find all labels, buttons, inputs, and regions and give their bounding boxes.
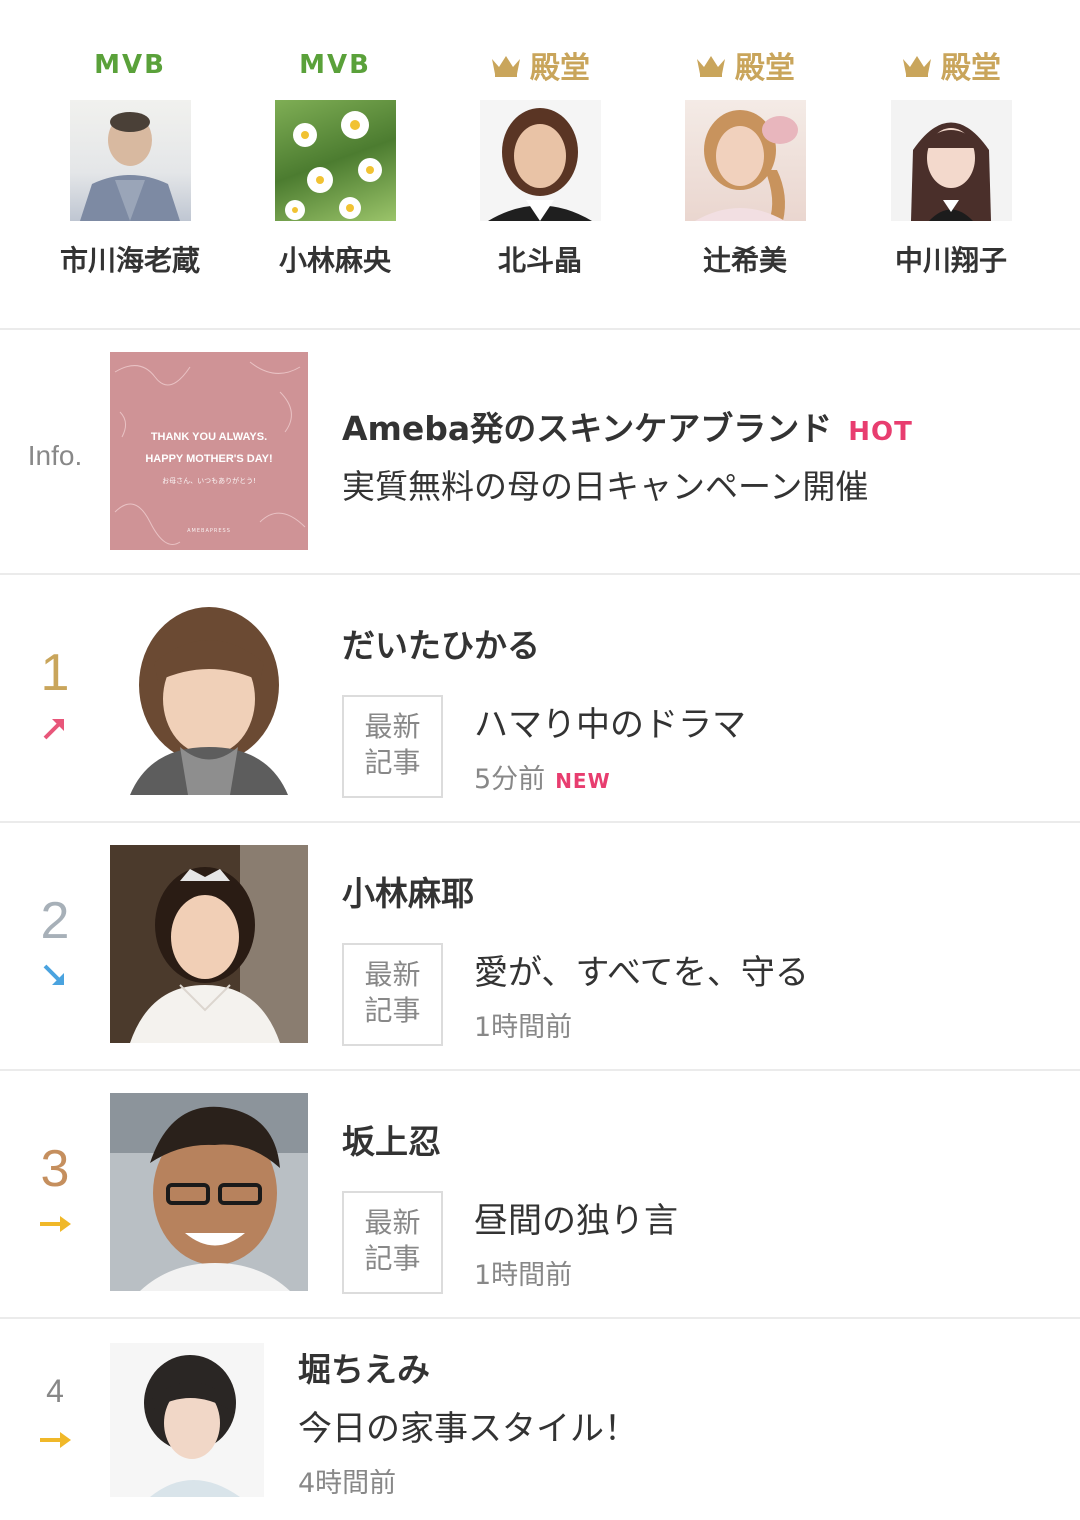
trend-down-icon bbox=[43, 964, 64, 985]
featured-item[interactable]: MVB 小林麻央 bbox=[235, 40, 435, 279]
hall-of-fame-badge: 殿堂 bbox=[851, 40, 1051, 90]
rank-number: 1 bbox=[40, 644, 70, 702]
new-badge: NEW bbox=[555, 769, 611, 793]
info-label: Info. bbox=[27, 440, 83, 471]
blogger-name[interactable]: 坂上忍 bbox=[342, 1115, 441, 1163]
blogger-name[interactable]: 小林麻耶 bbox=[342, 867, 474, 915]
blogger-name[interactable]: だいたひかる bbox=[342, 619, 540, 667]
blogger-name: 市川海老蔵 bbox=[59, 244, 200, 277]
trend-flat-icon bbox=[40, 1432, 71, 1448]
info-title[interactable]: Ameba発のスキンケアブランド HOT bbox=[342, 402, 913, 450]
trend-flat-icon bbox=[40, 1216, 71, 1232]
blogger-name: 小林麻央 bbox=[278, 244, 391, 277]
ranking-row[interactable]: 3 坂上忍 最新 記事 昼間の独り言 1時間前 bbox=[0, 1071, 1080, 1319]
rank-number: 2 bbox=[40, 892, 70, 950]
crown-icon bbox=[697, 56, 725, 77]
article-title[interactable]: 愛が、すべてを、守る bbox=[474, 945, 809, 994]
rank-indicator: 4 bbox=[0, 1375, 110, 1455]
campaign-banner[interactable]: THANK YOU ALWAYS. HAPPY MOTHER'S DAY! お母さ… bbox=[110, 352, 308, 550]
blogger-avatar[interactable] bbox=[110, 1343, 264, 1497]
blogger-name: 辻希美 bbox=[702, 244, 787, 277]
featured-bloggers: MVB 市川海老蔵 MVB 小林麻央 殿堂 北斗晶 殿堂 辻希美 殿堂 中川翔子 bbox=[0, 0, 1080, 330]
blogger-photo bbox=[890, 100, 1012, 221]
info-row[interactable]: Info. THANK YOU ALWAYS. HAPPY MOTHER'S DA… bbox=[0, 330, 1080, 575]
hall-of-fame-badge: 殿堂 bbox=[645, 40, 845, 90]
blogger-photo bbox=[274, 100, 396, 221]
rank-number: 4 bbox=[46, 1373, 64, 1409]
ranking-row[interactable]: 4 堀ちえみ 今日の家事スタイル！ 4時間前 bbox=[0, 1319, 1080, 1520]
crown-icon bbox=[903, 56, 931, 77]
blogger-avatar[interactable] bbox=[110, 845, 308, 1043]
featured-item[interactable]: 殿堂 中川翔子 bbox=[851, 40, 1051, 279]
ranking-row[interactable]: 2 小林麻耶 最新 記事 愛が、すべてを、守る 1時間前 bbox=[0, 823, 1080, 1071]
mvb-badge: MVB bbox=[94, 50, 166, 80]
article-time: 4時間前 bbox=[298, 1468, 397, 1499]
article-title[interactable]: 昼間の独り言 bbox=[474, 1193, 678, 1242]
trend-up-icon bbox=[43, 719, 64, 740]
hall-of-fame-badge: 殿堂 bbox=[440, 40, 640, 90]
hot-badge: HOT bbox=[848, 417, 913, 447]
blogger-photo bbox=[684, 100, 806, 221]
article-time: 1時間前 bbox=[474, 1012, 573, 1043]
crown-icon bbox=[492, 56, 520, 77]
rank-indicator: 3 bbox=[0, 1143, 110, 1239]
blogger-avatar[interactable] bbox=[110, 597, 308, 795]
mvb-badge: MVB bbox=[299, 50, 371, 80]
recent-article-label: 最新 記事 bbox=[342, 943, 443, 1046]
article-title[interactable]: ハマり中のドラマ bbox=[474, 697, 746, 746]
featured-item[interactable]: MVB 市川海老蔵 bbox=[30, 40, 230, 279]
blogger-avatar[interactable] bbox=[110, 1093, 308, 1291]
featured-item[interactable]: 殿堂 北斗晶 bbox=[440, 40, 640, 279]
recent-article-label: 最新 記事 bbox=[342, 1191, 443, 1294]
article-time: 5分前 NEW bbox=[474, 764, 611, 795]
blogger-name[interactable]: 堀ちえみ bbox=[298, 1343, 430, 1391]
blogger-name: 中川翔子 bbox=[894, 244, 1007, 277]
rank-indicator: 2 bbox=[0, 895, 110, 991]
article-time: 1時間前 bbox=[474, 1260, 573, 1291]
blogger-photo bbox=[69, 100, 191, 221]
ranking-row[interactable]: 1 だいたひかる 最新 記事 ハマり中のドラマ 5分前 NEW bbox=[0, 575, 1080, 823]
featured-item[interactable]: 殿堂 辻希美 bbox=[645, 40, 845, 279]
recent-article-label: 最新 記事 bbox=[342, 695, 443, 798]
article-title[interactable]: 今日の家事スタイル！ bbox=[298, 1401, 638, 1450]
rank-number: 3 bbox=[40, 1140, 70, 1198]
rank-indicator: 1 bbox=[0, 647, 110, 743]
info-subtitle: 実質無料の母の日キャンペーン開催 bbox=[342, 467, 869, 506]
blogger-name: 北斗晶 bbox=[497, 244, 582, 277]
blogger-photo bbox=[479, 100, 601, 221]
